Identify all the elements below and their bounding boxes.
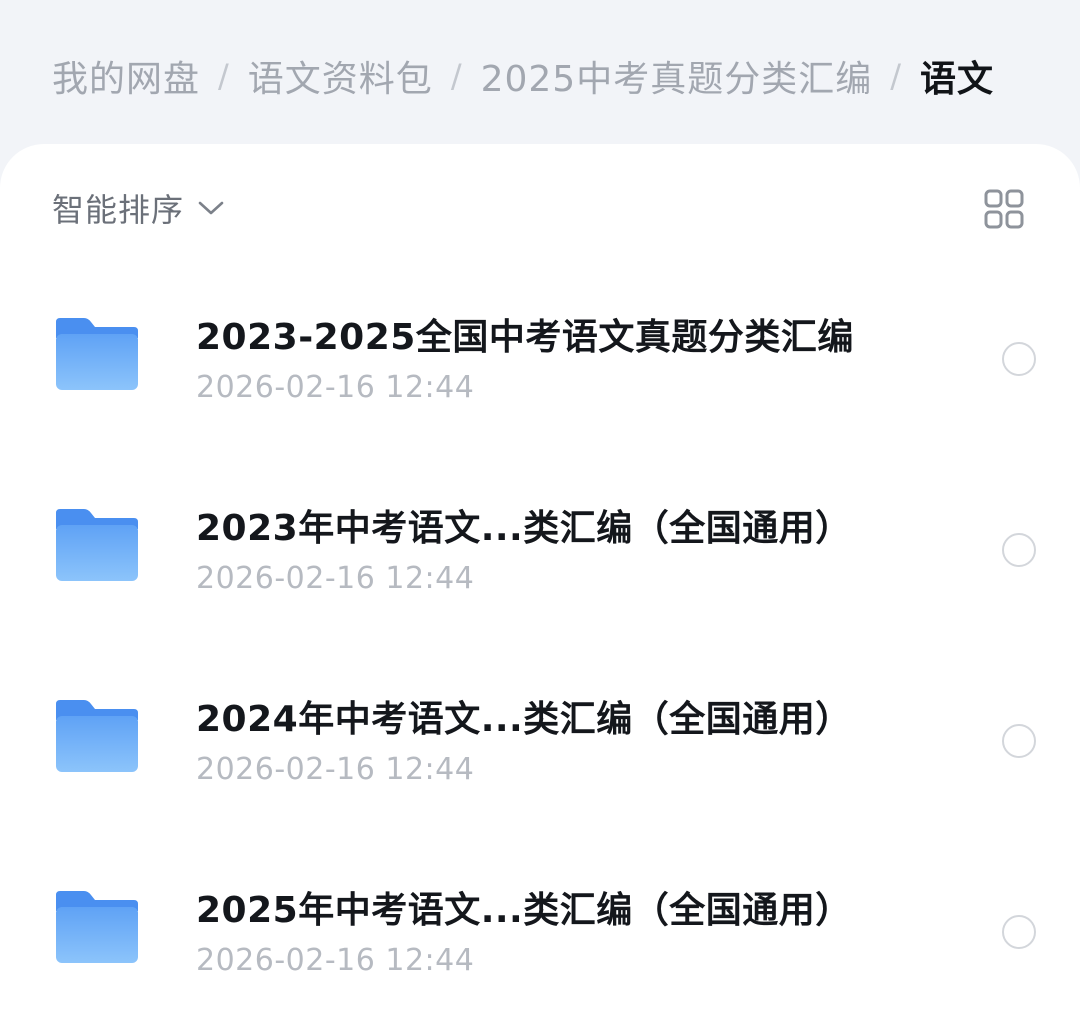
file-name: 2023年中考语文...类汇编（全国通用） bbox=[196, 508, 852, 549]
list-item[interactable]: 2025年中考语文...类汇编（全国通用） 2026-02-16 12:44 bbox=[0, 859, 1080, 1035]
file-browser-page: 我的网盘 / 语文资料包 / 2025中考真题分类汇编 / 语文 智能排序 20… bbox=[0, 0, 1080, 1035]
file-date: 2026-02-16 12:44 bbox=[196, 561, 475, 596]
grid-view-icon[interactable] bbox=[984, 189, 1024, 229]
list-item[interactable]: 2024年中考语文...类汇编（全国通用） 2026-02-16 12:44 bbox=[0, 668, 1080, 859]
list-item[interactable]: 2023年中考语文...类汇编（全国通用） 2026-02-16 12:44 bbox=[0, 477, 1080, 668]
sort-dropdown[interactable]: 智能排序 bbox=[52, 186, 224, 230]
folder-icon bbox=[56, 891, 138, 963]
select-radio[interactable] bbox=[1002, 342, 1036, 376]
folder-icon bbox=[56, 318, 138, 390]
file-name: 2023-2025全国中考语文真题分类汇编 bbox=[196, 317, 854, 358]
folder-icon bbox=[56, 700, 138, 772]
file-date: 2026-02-16 12:44 bbox=[196, 370, 475, 405]
folder-icon bbox=[56, 509, 138, 581]
sort-label: 智能排序 bbox=[52, 191, 185, 229]
file-list-card: 智能排序 2023-2025全国中考语文真题分类汇编 2026-02-16 12… bbox=[0, 144, 1080, 1035]
breadcrumb: 我的网盘 / 语文资料包 / 2025中考真题分类汇编 / 语文 bbox=[52, 48, 994, 104]
select-radio[interactable] bbox=[1002, 724, 1036, 758]
breadcrumb-separator: / bbox=[890, 57, 902, 95]
file-date: 2026-02-16 12:44 bbox=[196, 752, 475, 787]
file-name: 2025年中考语文...类汇编（全国通用） bbox=[196, 890, 852, 931]
breadcrumb-item-chinese-pack[interactable]: 语文资料包 bbox=[248, 50, 433, 102]
select-radio[interactable] bbox=[1002, 915, 1036, 949]
breadcrumb-item-current: 语文 bbox=[920, 59, 995, 100]
file-date: 2026-02-16 12:44 bbox=[196, 943, 475, 978]
breadcrumb-separator: / bbox=[450, 57, 463, 95]
chevron-down-icon bbox=[198, 201, 224, 215]
breadcrumb-separator: / bbox=[218, 57, 230, 95]
list-item[interactable]: 2023-2025全国中考语文真题分类汇编 2026-02-16 12:44 bbox=[0, 286, 1080, 477]
breadcrumb-item-my-drive[interactable]: 我的网盘 bbox=[52, 50, 200, 102]
breadcrumb-item-exam-collection[interactable]: 2025中考真题分类汇编 bbox=[481, 50, 873, 102]
file-list: 2023-2025全国中考语文真题分类汇编 2026-02-16 12:44 2… bbox=[0, 286, 1080, 1035]
select-radio[interactable] bbox=[1002, 533, 1036, 567]
file-name: 2024年中考语文...类汇编（全国通用） bbox=[196, 699, 852, 740]
